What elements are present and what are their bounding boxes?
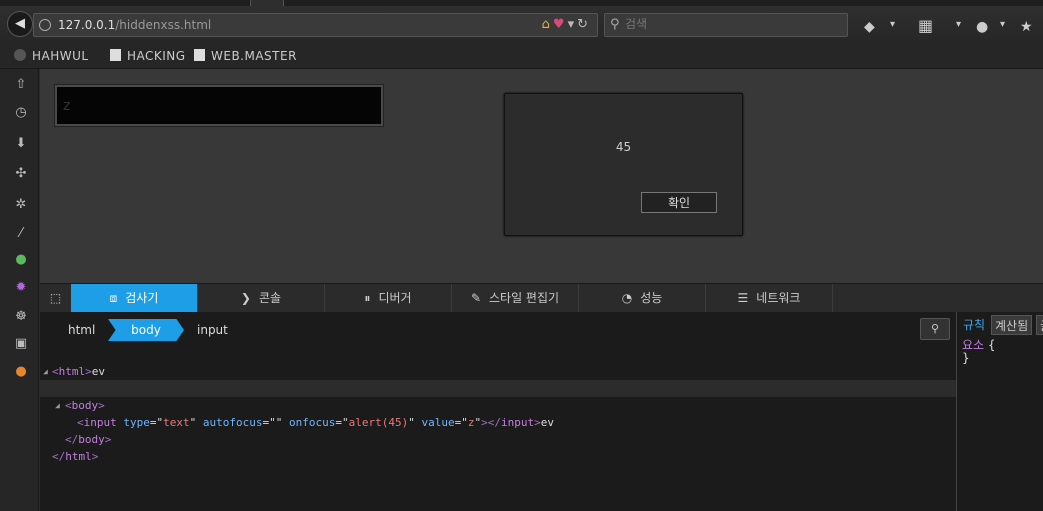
search-bar[interactable]: ⚲ (604, 13, 848, 37)
site-identity-icon[interactable] (39, 19, 51, 31)
addon-icon[interactable]: ◆ (864, 19, 875, 35)
breadcrumb-input[interactable]: input (197, 319, 247, 341)
url-bar[interactable]: 127.0.0.1/hiddenxss.html ⌂♥▾↻ (33, 13, 598, 37)
pick-element-icon: ⬚ (49, 291, 62, 305)
url-bar-icons: ⌂♥▾↻ (542, 17, 591, 32)
url-host: 127.0.0.1 (58, 18, 116, 32)
xss-text-input[interactable] (54, 84, 384, 127)
profile-dropdown-icon[interactable]: ▾ (1000, 19, 1005, 30)
bookmark-hahwul[interactable]: HAHWUL (14, 49, 89, 63)
back-button[interactable]: ◀ (7, 11, 33, 37)
console-icon: ❯ (240, 291, 251, 305)
tab-rules[interactable]: 규칙 (960, 315, 988, 335)
breadcrumb-body[interactable]: body (108, 319, 184, 341)
url-text[interactable]: 127.0.0.1/hiddenxss.html (58, 18, 211, 32)
gear-icon[interactable]: ✲ (13, 197, 29, 213)
alert-dialog: 45 확인 (504, 93, 743, 236)
breadcrumb: html body input ⚲ (40, 312, 956, 346)
upload-icon[interactable]: ⇧ (13, 77, 29, 93)
network-icon: ☰ (737, 291, 749, 305)
markup-html-line[interactable]: ◢ <html>ev (40, 346, 956, 378)
purple-addon-icon[interactable]: ✹ (13, 280, 29, 296)
markup-input-line[interactable]: <input type="text" autofocus="" onfocus=… (40, 397, 956, 429)
performance-icon: ◔ (621, 291, 633, 305)
tab-computed[interactable]: 계산됨 (991, 315, 1033, 335)
home-icon[interactable]: ⌂ (542, 17, 553, 32)
tab-network[interactable]: ☰ 네트워크 (706, 284, 833, 313)
element-rule-close: } (962, 351, 970, 365)
folder-icon (194, 49, 205, 61)
profile-icon[interactable]: ● (976, 19, 988, 35)
tab-fonts[interactable]: 글 (1036, 315, 1043, 335)
search-icon: ⚲ (610, 17, 620, 32)
markup-search-button[interactable]: ⚲ (920, 318, 950, 340)
bookmark-web-master[interactable]: WEB.MASTER (194, 49, 297, 63)
addon-sidebar: ⇧ ◷ ⬇ ✣ ✲ ⁄ ● ✹ ☸ ▣ ● (0, 69, 39, 511)
page-content: 45 확인 (40, 69, 1043, 283)
green-addon-icon[interactable]: ● (13, 252, 29, 268)
reload-icon[interactable]: ↻ (577, 17, 591, 32)
image-addon-icon[interactable]: ▣ (13, 336, 29, 352)
bookmarks-toolbar: HAHWUL HACKING WEB.MASTER (0, 44, 1043, 69)
debugger-icon: ⏸ (364, 291, 371, 305)
history-icon[interactable]: ◷ (13, 105, 29, 121)
tab-performance[interactable]: ◔ 성능 (579, 284, 706, 313)
tools-icon[interactable]: ▦ (918, 16, 933, 35)
pick-element-button[interactable]: ⬚ (40, 284, 71, 313)
search-input[interactable] (625, 17, 825, 31)
dropdown-icon[interactable]: ▾ (568, 17, 578, 32)
markup-body-line[interactable]: ◢ <body> (40, 380, 956, 412)
tab-console[interactable]: ❯ 콘솔 (198, 284, 325, 313)
markup-head-line[interactable]: <head></head> (40, 363, 956, 395)
alert-message: 45 (615, 140, 632, 154)
inspector-icon: ⧈ (109, 291, 118, 305)
pen-icon[interactable]: ⁄ (13, 226, 29, 242)
hook-icon[interactable]: ☸ (13, 309, 29, 325)
markup-body-close-line[interactable]: </body> (40, 414, 956, 446)
url-path: /hiddenxss.html (115, 18, 212, 32)
bookmark-favicon-icon (14, 49, 26, 61)
orange-addon-icon[interactable]: ● (13, 364, 29, 380)
navigation-toolbar: ◀ 127.0.0.1/hiddenxss.html ⌂♥▾↻ ⚲ ◆ ▾ ▦ … (0, 6, 1043, 44)
style-editor-icon: ✎ (470, 291, 481, 305)
markup-html-close-line[interactable]: </html> (40, 431, 956, 463)
tab-inspector[interactable]: ⧈ 검사기 (71, 284, 198, 313)
rules-panel: 규칙 계산됨 글 요소 { } (956, 312, 1043, 511)
folder-icon (110, 49, 121, 61)
bookmark-hacking[interactable]: HACKING (110, 49, 186, 63)
pocket-icon[interactable]: ♥ (553, 17, 568, 32)
download-icon[interactable]: ⬇ (13, 136, 29, 152)
back-arrow-icon: ◀ (15, 16, 25, 31)
tab-debugger[interactable]: ⏸ 디버거 (325, 284, 452, 313)
bookmark-star-icon[interactable]: ★ (1020, 19, 1033, 35)
tab-style-editor[interactable]: ✎ 스타일 편집기 (452, 284, 579, 313)
markup-view: ◢<html>ev <head></head> ◢<body> <input t… (40, 346, 956, 511)
tools-dropdown-icon[interactable]: ▾ (956, 19, 961, 30)
search-icon: ⚲ (930, 322, 940, 335)
devtools-toolbar: ⬚ ⧈ 검사기 ❯ 콘솔 ⏸ 디버거 ✎ 스타일 편집기 ◔ 성능 ☰ 네트워크 (40, 283, 1043, 313)
alert-ok-button[interactable]: 확인 (641, 192, 717, 213)
puzzle-icon[interactable]: ✣ (13, 166, 29, 182)
addon-dropdown-icon[interactable]: ▾ (890, 19, 895, 30)
